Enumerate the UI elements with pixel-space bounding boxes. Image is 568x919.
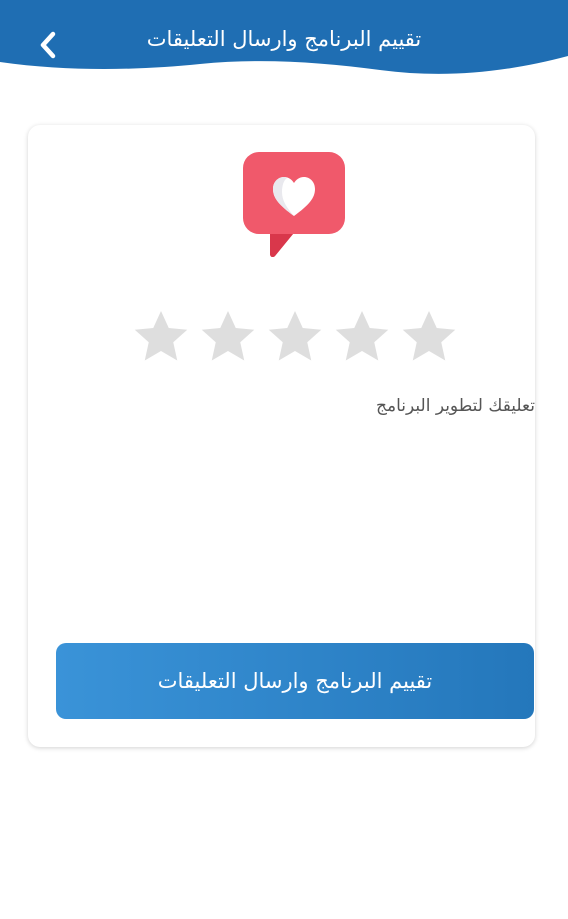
app-header: تقييم البرنامج وارسال التعليقات [0, 0, 568, 80]
heart-chat-bubble-icon [243, 152, 345, 258]
star-icon[interactable] [332, 307, 392, 367]
submit-rating-button[interactable]: تقييم البرنامج وارسال التعليقات [56, 643, 534, 719]
star-icon[interactable] [198, 307, 258, 367]
comment-input[interactable] [56, 425, 507, 629]
page-title: تقييم البرنامج وارسال التعليقات [146, 27, 422, 51]
submit-rating-label: تقييم البرنامج وارسال التعليقات [157, 669, 433, 693]
back-button[interactable] [26, 24, 70, 68]
star-icon[interactable] [131, 307, 191, 367]
rating-card: تعليقك لتطوير البرنامج تقييم البرنامج وا… [28, 125, 535, 747]
chevron-left-icon [40, 31, 56, 59]
comment-label: تعليقك لتطوير البرنامج [376, 396, 535, 416]
star-icon[interactable] [399, 307, 459, 367]
app-screen: تقييم البرنامج وارسال التعليقات تعليقك ل… [0, 0, 568, 919]
star-icon[interactable] [265, 307, 325, 367]
star-rating[interactable] [131, 307, 459, 367]
